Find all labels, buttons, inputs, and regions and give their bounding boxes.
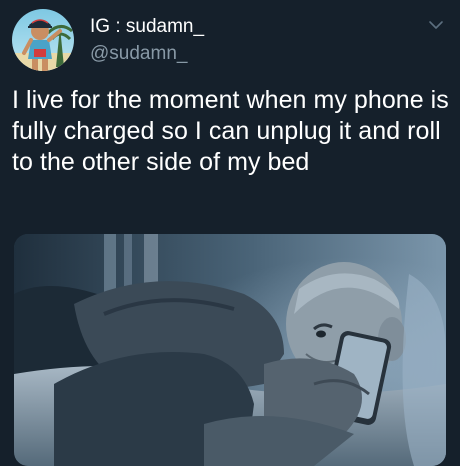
tweet-card: IG : sudamn_ @sudamn_ I live for the mom… [0, 0, 460, 466]
tweet-header: IG : sudamn_ @sudamn_ [12, 9, 448, 73]
tweet-image[interactable] [14, 234, 446, 466]
display-name[interactable]: IG : sudamn_ [90, 15, 204, 39]
avatar[interactable] [12, 9, 74, 71]
user-handle[interactable]: @sudamn_ [90, 42, 204, 66]
chevron-down-icon[interactable] [426, 15, 446, 35]
meme-photo [14, 234, 446, 466]
tweet-text: I live for the moment when my phone is f… [12, 86, 449, 176]
author-names: IG : sudamn_ @sudamn_ [90, 15, 204, 66]
